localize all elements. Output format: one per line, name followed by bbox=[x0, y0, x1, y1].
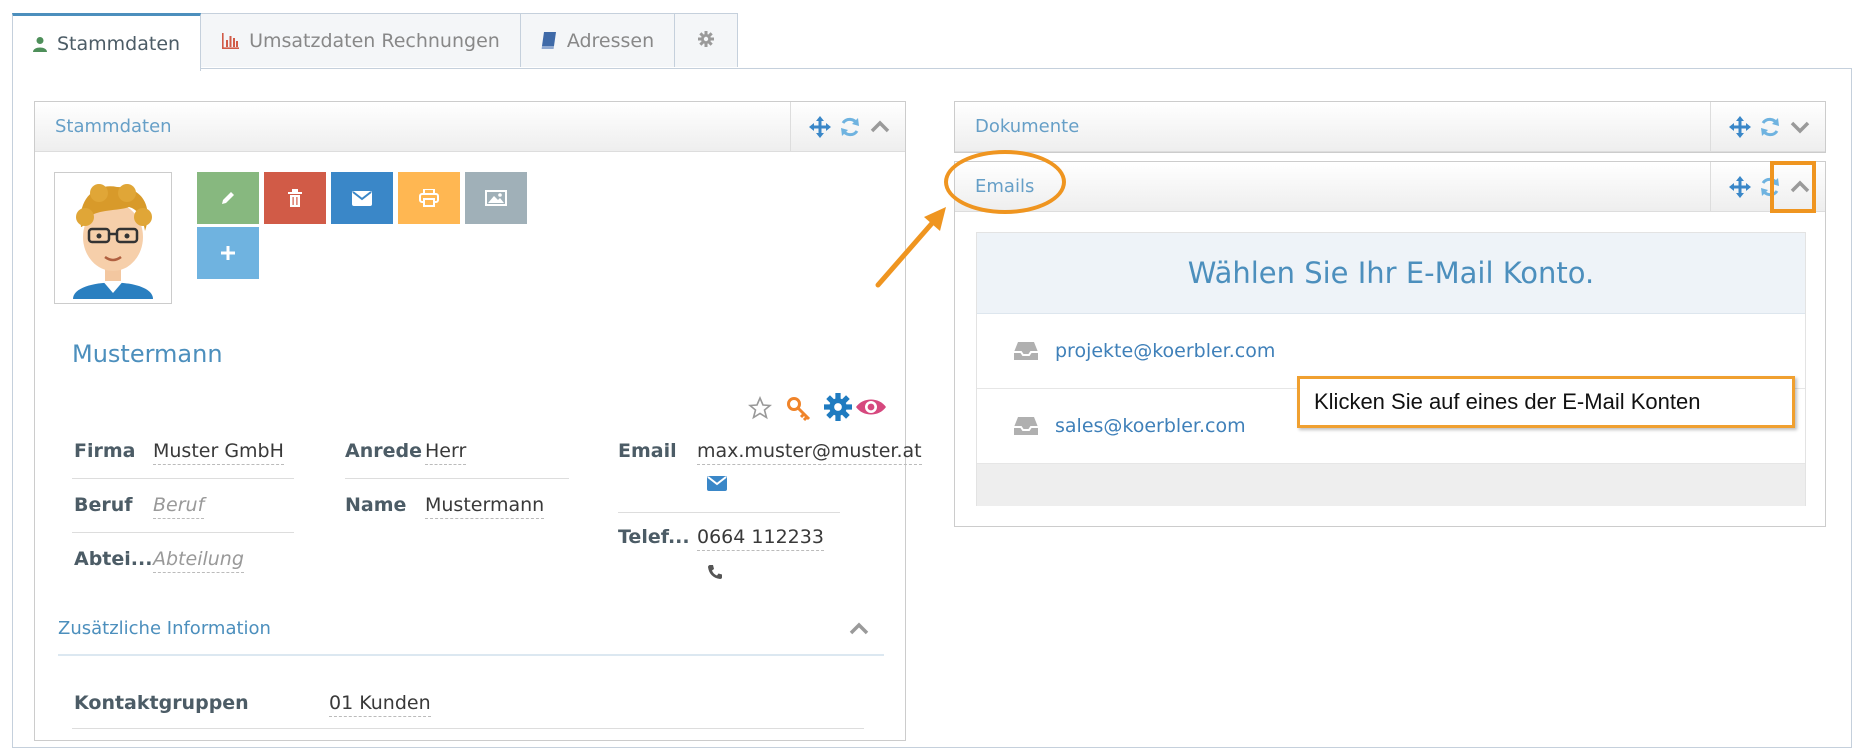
firma-label: Firma bbox=[74, 440, 136, 462]
widget-toolbar bbox=[790, 102, 905, 152]
divider bbox=[72, 728, 864, 729]
trash-icon bbox=[288, 189, 302, 207]
tab-stammdaten[interactable]: Stammdaten bbox=[12, 13, 202, 71]
move-icon[interactable] bbox=[809, 116, 831, 138]
send-email-button[interactable] bbox=[331, 172, 393, 224]
abteilung-label: Abtei... bbox=[74, 548, 153, 570]
book-icon bbox=[541, 32, 557, 49]
tab-settings[interactable] bbox=[674, 13, 739, 67]
print-button[interactable] bbox=[398, 172, 460, 224]
phone-icon[interactable] bbox=[707, 564, 723, 584]
tab-umsatzdaten[interactable]: Umsatzdaten Rechnungen bbox=[200, 13, 521, 67]
plus-icon bbox=[221, 246, 235, 260]
email-account-header: Wählen Sie Ihr E-Mail Konto. bbox=[977, 233, 1805, 314]
telefon-label: Telef... bbox=[618, 526, 690, 548]
refresh-icon[interactable] bbox=[839, 116, 861, 138]
divider bbox=[618, 512, 840, 513]
abteilung-value[interactable]: Abteilung bbox=[153, 548, 244, 573]
pencil-icon bbox=[222, 192, 234, 204]
email-account-list: Wählen Sie Ihr E-Mail Konto. projekte@ko… bbox=[976, 232, 1806, 506]
gear-icon bbox=[698, 30, 715, 52]
bar-chart-icon bbox=[221, 32, 240, 49]
contact-name: Mustermann bbox=[72, 340, 223, 368]
widget-header[interactable]: Dokumente bbox=[955, 102, 1825, 152]
tab-label: Stammdaten bbox=[57, 32, 181, 55]
envelope-icon bbox=[352, 190, 372, 206]
move-icon[interactable] bbox=[1729, 176, 1751, 198]
telefon-value[interactable]: 0664 112233 bbox=[697, 526, 824, 551]
beruf-value[interactable]: Beruf bbox=[153, 494, 205, 519]
user-icon bbox=[33, 36, 47, 52]
star-icon[interactable] bbox=[747, 395, 773, 424]
inbox-icon bbox=[1013, 341, 1039, 361]
widget-title: Stammdaten bbox=[55, 116, 172, 137]
email-account-footer bbox=[977, 464, 1805, 506]
chevron-up-icon[interactable] bbox=[848, 618, 870, 645]
tab-adressen[interactable]: Adressen bbox=[519, 13, 676, 67]
move-icon[interactable] bbox=[1729, 116, 1751, 138]
envelope-icon[interactable] bbox=[707, 476, 727, 495]
image-button[interactable] bbox=[465, 172, 527, 224]
divider bbox=[72, 478, 294, 479]
settings-gear-icon[interactable] bbox=[824, 393, 852, 425]
kontaktgruppen-value[interactable]: 01 Kunden bbox=[329, 692, 431, 717]
widget-title: Dokumente bbox=[975, 116, 1080, 137]
tab-label: Umsatzdaten Rechnungen bbox=[249, 29, 500, 52]
name-label: Name bbox=[345, 494, 407, 516]
edit-button[interactable] bbox=[197, 172, 259, 224]
key-icon[interactable] bbox=[786, 396, 812, 426]
eye-icon[interactable] bbox=[855, 396, 887, 422]
additional-info-section[interactable]: Zusätzliche Information bbox=[58, 618, 884, 656]
annotation-highlight-box bbox=[1770, 161, 1816, 213]
tab-bar: Stammdaten Umsatzdaten Rechnungen Adress… bbox=[12, 13, 739, 71]
widget-header: Stammdaten bbox=[35, 102, 905, 152]
delete-button[interactable] bbox=[264, 172, 326, 224]
kontaktgruppen-label: Kontaktgruppen bbox=[74, 692, 249, 714]
name-value[interactable]: Mustermann bbox=[425, 494, 545, 519]
widget-toolbar bbox=[1710, 102, 1825, 152]
expand-chevron-down-icon[interactable] bbox=[1789, 116, 1811, 138]
avatar[interactable] bbox=[54, 172, 172, 304]
add-button[interactable] bbox=[197, 227, 259, 279]
divider bbox=[72, 532, 294, 533]
dokumente-widget: Dokumente bbox=[954, 101, 1826, 153]
widget-header[interactable]: Emails bbox=[955, 162, 1825, 212]
avatar-image bbox=[59, 177, 167, 299]
email-account-label: sales@koerbler.com bbox=[1055, 415, 1246, 437]
anrede-label: Anrede bbox=[345, 440, 422, 462]
email-label: Email bbox=[618, 440, 677, 462]
refresh-icon[interactable] bbox=[1759, 116, 1781, 138]
section-title: Zusätzliche Information bbox=[58, 618, 271, 639]
tab-label: Adressen bbox=[566, 29, 655, 52]
annotation-highlight-oval bbox=[944, 150, 1066, 214]
inbox-icon bbox=[1013, 416, 1039, 436]
beruf-label: Beruf bbox=[74, 494, 133, 516]
annotation-arrow-icon bbox=[875, 207, 946, 288]
anrede-value[interactable]: Herr bbox=[425, 440, 467, 465]
printer-icon bbox=[419, 189, 439, 207]
collapse-chevron-up-icon[interactable] bbox=[869, 116, 891, 138]
callout-text: Klicken Sie auf eines der E-Mail Konten bbox=[1314, 389, 1701, 414]
instruction-callout: Klicken Sie auf eines der E-Mail Konten bbox=[1297, 376, 1795, 428]
firma-value[interactable]: Muster GmbH bbox=[153, 440, 284, 465]
picture-icon bbox=[485, 190, 507, 206]
divider bbox=[345, 478, 569, 479]
email-account-label: projekte@koerbler.com bbox=[1055, 340, 1276, 362]
email-value[interactable]: max.muster@muster.at bbox=[697, 440, 922, 465]
